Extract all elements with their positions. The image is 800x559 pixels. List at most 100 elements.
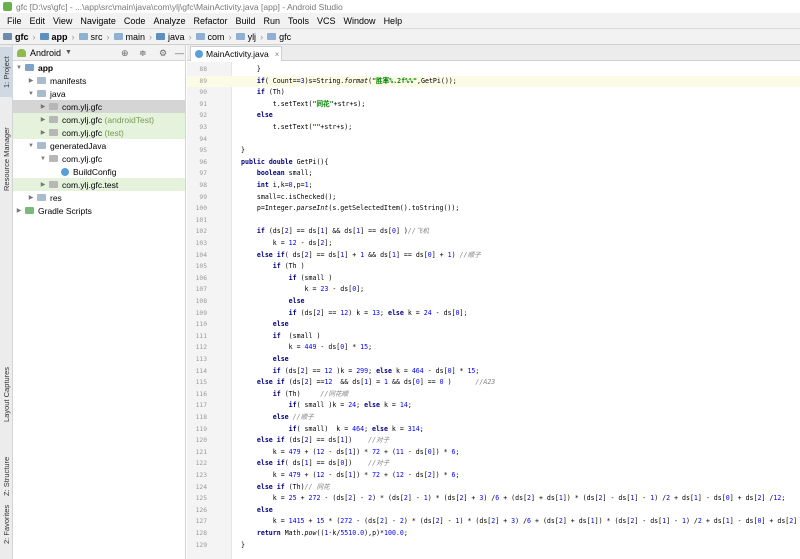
tree-item-gradle-scripts[interactable]: ▶ Gradle Scripts: [13, 204, 185, 217]
code-line[interactable]: 98 int i,k=0,p=1;: [187, 180, 800, 192]
chevron-right-icon[interactable]: ▶: [39, 103, 47, 110]
tree-item-buildconfig[interactable]: BuildConfig: [13, 165, 185, 178]
code-line[interactable]: 120 else if (ds[2] == ds[1]) //对子: [187, 435, 800, 447]
code-line[interactable]: 101: [187, 215, 800, 227]
menu-help[interactable]: Help: [380, 16, 407, 26]
tab-layout-captures[interactable]: Layout Captures: [0, 350, 13, 438]
code-line[interactable]: 100 p=Integer.parseInt(s.getSelectedItem…: [187, 203, 800, 215]
breadcrumb-item-com[interactable]: com: [195, 32, 225, 42]
code-line[interactable]: 117 if( small )k = 24; else k = 14;: [187, 400, 800, 412]
project-view-selector[interactable]: Android: [30, 48, 61, 58]
menu-file[interactable]: File: [3, 16, 26, 26]
code-line[interactable]: 115 else if (ds[2] ==12 && ds[1] = 1 && …: [187, 377, 800, 389]
code-line[interactable]: 124 else if (Th)// 同花: [187, 482, 800, 494]
chevron-right-icon[interactable]: ▶: [39, 129, 47, 136]
code-line[interactable]: 105 if (Th ): [187, 261, 800, 273]
code-line[interactable]: 108 else: [187, 296, 800, 308]
tree-item-java[interactable]: ▼ java: [13, 87, 185, 100]
tree-item-com-ylj-gfc-androidtest[interactable]: ▶ com.ylj.gfc (androidTest): [13, 113, 185, 126]
breadcrumb-item-gfc-pkg[interactable]: gfc: [267, 32, 291, 42]
chevron-down-icon[interactable]: ▼: [39, 156, 47, 162]
tab-mainactivity[interactable]: MainActivity.java ×: [190, 46, 282, 61]
close-icon[interactable]: ×: [275, 50, 280, 59]
menu-refactor[interactable]: Refactor: [189, 16, 231, 26]
hide-panel-icon[interactable]: —: [175, 48, 184, 58]
code-line[interactable]: 95}: [187, 145, 800, 157]
code-line[interactable]: 125 k = 25 + 272 - (ds[2] - 2) * (ds[2] …: [187, 493, 800, 505]
chevron-down-icon[interactable]: ▼: [27, 143, 35, 149]
chevron-down-icon[interactable]: ▼: [27, 91, 35, 97]
code-line[interactable]: 103 k = 12 - ds[2];: [187, 238, 800, 250]
breadcrumb-item-ylj[interactable]: ylj: [235, 32, 256, 42]
code-editor[interactable]: 88 } 89 if( Count==3)s=String.format("胜率%…: [187, 62, 800, 559]
tree-item-res[interactable]: ▶ res: [13, 191, 185, 204]
breadcrumb-item-app[interactable]: app: [39, 32, 68, 42]
menu-run[interactable]: Run: [260, 16, 285, 26]
code-line[interactable]: 111 if (small ): [187, 331, 800, 343]
code-line[interactable]: 123 k = 479 + (12 - ds[1]) * 72 + (12 - …: [187, 470, 800, 482]
code-line[interactable]: 110 else: [187, 319, 800, 331]
breadcrumb-item-java[interactable]: java: [156, 32, 185, 42]
code-line[interactable]: 126 else: [187, 505, 800, 517]
code-line[interactable]: 104 else if( ds[2] == ds[1] + 1 && ds[1]…: [187, 250, 800, 262]
code-line[interactable]: 99 small=c.isChecked();: [187, 192, 800, 204]
code-line[interactable]: 107 k = 23 - ds[0];: [187, 284, 800, 296]
tree-item-generated-com-ylj-gfc[interactable]: ▼ com.ylj.gfc: [13, 152, 185, 165]
menu-analyze[interactable]: Analyze: [149, 16, 189, 26]
code-line[interactable]: 91 t.setText("同花"+str+s);: [187, 99, 800, 111]
tree-item-com-ylj-gfc[interactable]: ▶ com.ylj.gfc: [13, 100, 185, 113]
tree-item-com-ylj-gfc-test-generated[interactable]: ▶ com.ylj.gfc.test: [13, 178, 185, 191]
menu-tools[interactable]: Tools: [284, 16, 313, 26]
gear-icon[interactable]: ⚙: [159, 48, 167, 59]
code-line[interactable]: 114 if (ds[2] == 12 )k = 299; else k = 4…: [187, 366, 800, 378]
code-line[interactable]: 96 public double GetPi(){: [187, 157, 800, 169]
code-line[interactable]: 88 }: [187, 64, 800, 76]
menu-edit[interactable]: Edit: [26, 16, 50, 26]
tree-item-app[interactable]: ▼ app: [13, 61, 185, 74]
chevron-right-icon[interactable]: ▶: [15, 207, 23, 214]
breadcrumb-item-gfc[interactable]: gfc: [3, 32, 29, 42]
code-line[interactable]: 106 if (small ): [187, 273, 800, 285]
menu-navigate[interactable]: Navigate: [76, 16, 120, 26]
code-line[interactable]: 102 if (ds[2] == ds[1] && ds[1] == ds[0]…: [187, 226, 800, 238]
code-line[interactable]: 90 if (Th): [187, 87, 800, 99]
code-line[interactable]: 89 if( Count==3)s=String.format("胜率%.2f%…: [187, 75, 800, 88]
code-line[interactable]: 113 else: [187, 354, 800, 366]
menu-build[interactable]: Build: [231, 16, 259, 26]
tree-item-com-ylj-gfc-test[interactable]: ▶ com.ylj.gfc (test): [13, 126, 185, 139]
chevron-down-icon[interactable]: ▼: [15, 65, 23, 71]
code-line[interactable]: 93 t.setText(""+str+s);: [187, 122, 800, 134]
code-line[interactable]: 122 else if( ds[1] == ds[0]) //对子: [187, 458, 800, 470]
menu-window[interactable]: Window: [340, 16, 380, 26]
code-line[interactable]: 129}: [187, 540, 800, 552]
tab-favorites[interactable]: 2: Favorites: [0, 493, 13, 555]
code-line[interactable]: 109 if (ds[2] == 12) k = 13; else k = 24…: [187, 308, 800, 320]
locate-target-icon[interactable]: ⊕: [121, 48, 129, 59]
chevron-right-icon[interactable]: ▶: [39, 116, 47, 123]
line-number: 99: [199, 193, 207, 201]
collapse-all-icon[interactable]: ≑: [139, 48, 147, 59]
code-line[interactable]: 127 k = 1415 + 15 * (272 - (ds[2] - 2) *…: [187, 516, 800, 528]
breadcrumb-item-main[interactable]: main: [113, 32, 145, 42]
tree-item-manifests[interactable]: ▶ manifests: [13, 74, 185, 87]
code-line[interactable]: 92 else: [187, 110, 800, 122]
code-line[interactable]: 116 if (Th) //同花顺: [187, 389, 800, 401]
tab-resource-manager[interactable]: Resource Manager: [0, 105, 13, 213]
menu-vcs[interactable]: VCS: [313, 16, 340, 26]
code-line[interactable]: 119 if( small) k = 464; else k = 314;: [187, 424, 800, 436]
code-line[interactable]: 112 k = 449 - ds[0] * 15;: [187, 342, 800, 354]
code-line[interactable]: 128 return Math.pow((1-k/5510.0),p)*100.…: [187, 528, 800, 540]
menu-view[interactable]: View: [49, 16, 76, 26]
code-line[interactable]: 97 boolean small;: [187, 168, 800, 180]
tree-item-generatedjava[interactable]: ▼ generatedJava: [13, 139, 185, 152]
code-line[interactable]: 121 k = 479 + (12 - ds[1]) * 72 + (11 - …: [187, 447, 800, 459]
chevron-right-icon[interactable]: ▶: [39, 181, 47, 188]
breadcrumb-item-src[interactable]: src: [78, 32, 103, 42]
code-line[interactable]: 118 else //顺子: [187, 412, 800, 424]
chevron-down-icon[interactable]: ▼: [65, 49, 72, 56]
chevron-right-icon[interactable]: ▶: [27, 194, 35, 201]
chevron-right-icon[interactable]: ▶: [27, 77, 35, 84]
tab-project[interactable]: 1: Project: [0, 47, 13, 97]
code-line[interactable]: 94: [187, 134, 800, 146]
menu-code[interactable]: Code: [120, 16, 150, 26]
